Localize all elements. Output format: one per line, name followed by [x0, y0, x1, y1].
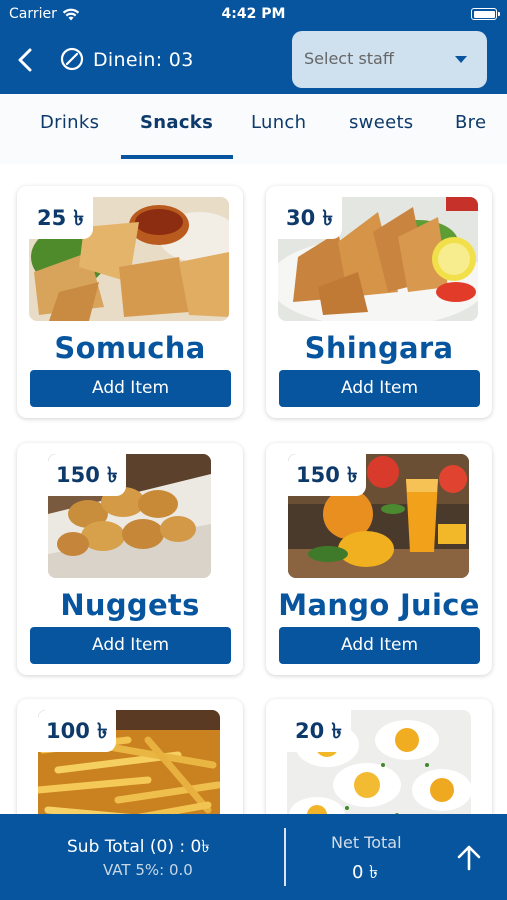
nuggets-photo: 150 ৳ [48, 454, 211, 578]
add-item-button[interactable]: Add Item [30, 370, 231, 407]
active-tab-indicator [121, 155, 233, 159]
shingara-photo: 30 ৳ [278, 197, 478, 321]
product-name: Somucha [54, 331, 206, 365]
product-card-boiled-eggs[interactable]: 20 ৳ [266, 699, 492, 814]
product-card-fries[interactable]: 100 ৳ [17, 699, 243, 814]
price-badge: 30 ৳ [278, 197, 342, 239]
product-name: Shingara [304, 331, 454, 365]
tab-breakfast[interactable]: Bre [455, 112, 486, 133]
mango-juice-photo: 150 ৳ [288, 454, 469, 578]
add-item-button[interactable]: Add Item [30, 627, 231, 664]
battery-icon [471, 8, 500, 20]
product-card-mango-juice[interactable]: 150 ৳ Mango Juice Add Item [266, 443, 492, 675]
status-bar: Carrier 4:42 PM [0, 0, 507, 28]
net-total-value: 0 ৳ [352, 862, 379, 883]
add-item-button[interactable]: Add Item [279, 627, 480, 664]
tab-sweets[interactable]: sweets [349, 112, 413, 133]
expand-summary-button[interactable] [455, 844, 483, 872]
clock: 4:42 PM [221, 6, 286, 22]
dinein-label: Dinein: 03 [93, 49, 194, 71]
price-badge: 150 ৳ [48, 454, 126, 496]
select-staff-dropdown[interactable]: Select staff [292, 31, 487, 88]
order-summary-bar: Sub Total (0) : 0৳ VAT 5%: 0.0 Net Total… [0, 814, 507, 900]
product-name: Mango Juice [278, 588, 480, 622]
chevron-left-icon [18, 48, 32, 72]
fries-photo: 100 ৳ [38, 710, 220, 814]
top-header: Carrier 4:42 PM Dinein: 03 Select staff [0, 0, 507, 94]
prohibited-circle-icon [60, 47, 84, 71]
boiled-eggs-photo: 20 ৳ [287, 710, 471, 814]
price-badge: 20 ৳ [287, 710, 351, 752]
tab-lunch[interactable]: Lunch [251, 112, 306, 133]
somucha-photo: 25 ৳ [29, 197, 229, 321]
select-staff-placeholder: Select staff [304, 49, 394, 68]
product-grid: 25 ৳ Somucha Add Item 30 ৳ Shingara Add … [0, 164, 507, 814]
caret-down-icon [455, 56, 467, 63]
tab-snacks[interactable]: Snacks [140, 112, 213, 133]
net-total-label: Net Total [331, 833, 402, 852]
product-card-shingara[interactable]: 30 ৳ Shingara Add Item [266, 186, 492, 418]
product-card-somucha[interactable]: 25 ৳ Somucha Add Item [17, 186, 243, 418]
price-badge: 150 ৳ [288, 454, 366, 496]
price-badge: 100 ৳ [38, 710, 116, 752]
back-button[interactable] [14, 46, 38, 74]
subtotal-label: Sub Total (0) : 0৳ [67, 837, 210, 857]
add-item-button[interactable]: Add Item [279, 370, 480, 407]
footer-divider [284, 828, 286, 886]
product-name: Nuggets [60, 588, 200, 622]
price-badge: 25 ৳ [29, 197, 93, 239]
tab-drinks[interactable]: Drinks [40, 112, 99, 133]
arrow-up-icon [457, 845, 481, 871]
vat-label: VAT 5%: 0.0 [103, 861, 193, 879]
category-tabs: Drinks Snacks Lunch sweets Bre [0, 94, 507, 164]
product-card-nuggets[interactable]: 150 ৳ Nuggets Add Item [17, 443, 243, 675]
